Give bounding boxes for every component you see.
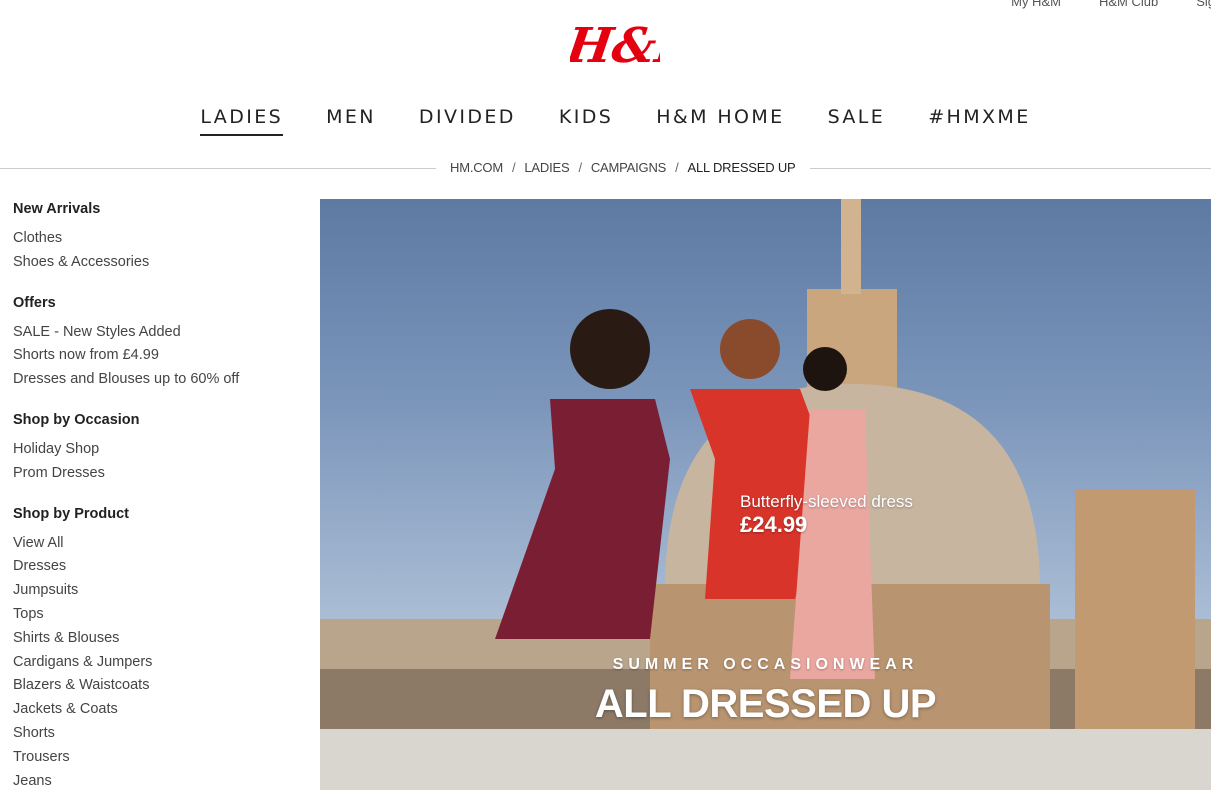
- sidebar-item-jumpsuits[interactable]: Jumpsuits: [13, 579, 293, 603]
- sidebar-group-occasion: Shop by Occasion Holiday Shop Prom Dress…: [13, 410, 293, 486]
- model-hair: [720, 319, 780, 379]
- breadcrumb-separator: /: [675, 160, 679, 175]
- sidebar-group-offers: Offers SALE - New Styles Added Shorts no…: [13, 293, 293, 392]
- sidebar-heading: New Arrivals: [13, 201, 101, 217]
- sidebar-item-holiday-shop[interactable]: Holiday Shop: [13, 438, 293, 462]
- model-hair: [570, 309, 650, 389]
- hero-title: ALL DRESSED UP: [594, 682, 937, 726]
- my-hm-link[interactable]: My H&M: [1011, 0, 1061, 9]
- sidebar-item-cardigans-jumpers[interactable]: Cardigans & Jumpers: [13, 651, 293, 675]
- hm-logo[interactable]: H&M: [561, 12, 714, 74]
- breadcrumb-separator: /: [511, 160, 516, 175]
- sidebar: New Arrivals Clothes Shoes & Accessories…: [13, 199, 293, 790]
- sidebar-item-shoes-accessories[interactable]: Shoes & Accessories: [13, 251, 293, 275]
- hero-product-tag[interactable]: Butterfly-sleeved dress £24.99: [740, 492, 913, 538]
- model-burgundy-dress: [495, 399, 670, 639]
- sidebar-item-dresses-blouses-offer[interactable]: Dresses and Blouses up to 60% off: [13, 368, 293, 392]
- sidebar-item-trousers[interactable]: Trousers: [13, 746, 293, 770]
- nav-sale[interactable]: SALE: [828, 106, 886, 136]
- sidebar-item-shorts[interactable]: Shorts: [13, 722, 293, 746]
- sidebar-item-jackets-coats[interactable]: Jackets & Coats: [13, 698, 293, 722]
- hero-banner[interactable]: Butterfly-sleeved dress £24.99 SUMMER OC…: [320, 199, 1211, 790]
- nav-divided[interactable]: DIVIDED: [419, 106, 516, 136]
- sidebar-item-shorts-offer[interactable]: Shorts now from £4.99: [13, 344, 293, 368]
- svg-text:H&M: H&M: [570, 18, 660, 72]
- sign-in-link[interactable]: Sig: [1196, 0, 1211, 9]
- sidebar-item-dresses[interactable]: Dresses: [13, 555, 293, 579]
- nav-ladies[interactable]: LADIES: [200, 106, 284, 136]
- sidebar-item-blazers-waistcoats[interactable]: Blazers & Waistcoats: [13, 674, 293, 698]
- sidebar-item-tops[interactable]: Tops: [13, 603, 293, 627]
- sidebar-item-shirts-blouses[interactable]: Shirts & Blouses: [13, 627, 293, 651]
- breadcrumb-ladies[interactable]: LADIES: [524, 160, 569, 175]
- top-links: My H&M H&M Club Sig: [1011, 0, 1211, 9]
- sidebar-item-sale[interactable]: SALE - New Styles Added: [13, 321, 293, 345]
- sidebar-item-clothes[interactable]: Clothes: [13, 227, 293, 251]
- hero-product-name: Butterfly-sleeved dress: [740, 492, 913, 511]
- breadcrumb-separator: /: [578, 160, 582, 175]
- breadcrumb: HM.COM / LADIES / CAMPAIGNS / ALL DRESSE…: [436, 160, 810, 175]
- hm-club-link[interactable]: H&M Club: [1099, 0, 1158, 9]
- sidebar-heading: Shop by Product: [13, 505, 129, 522]
- breadcrumb-current: ALL DRESSED UP: [687, 160, 796, 175]
- tower-spire: [841, 199, 861, 294]
- nav-kids[interactable]: KIDS: [559, 106, 613, 136]
- sidebar-group-new-arrivals: New Arrivals Clothes Shoes & Accessories: [13, 199, 293, 275]
- main-nav: LADIES MEN DIVIDED KIDS H&M HOME SALE #H…: [0, 106, 1211, 136]
- breadcrumb-campaigns[interactable]: CAMPAIGNS: [591, 160, 666, 175]
- sidebar-group-product: Shop by Product View All Dresses Jumpsui…: [13, 504, 293, 790]
- sidebar-item-jeans[interactable]: Jeans: [13, 770, 293, 790]
- nav-hmxme[interactable]: #HMXME: [928, 106, 1030, 136]
- hm-logo-icon: H&M: [561, 18, 714, 74]
- sidebar-heading: Offers: [13, 294, 56, 311]
- nav-men[interactable]: MEN: [326, 106, 376, 136]
- hero-kicker: SUMMER OCCASIONWEAR: [612, 656, 919, 673]
- terrace: [320, 729, 1211, 790]
- sidebar-heading: Shop by Occasion: [13, 411, 140, 428]
- model-hair: [803, 347, 847, 391]
- hero-product-price: £24.99: [740, 512, 808, 537]
- sidebar-item-prom-dresses[interactable]: Prom Dresses: [13, 462, 293, 486]
- sidebar-item-view-all[interactable]: View All: [13, 532, 293, 556]
- nav-hm-home[interactable]: H&M HOME: [656, 106, 784, 136]
- breadcrumb-hm-com[interactable]: HM.COM: [450, 160, 503, 175]
